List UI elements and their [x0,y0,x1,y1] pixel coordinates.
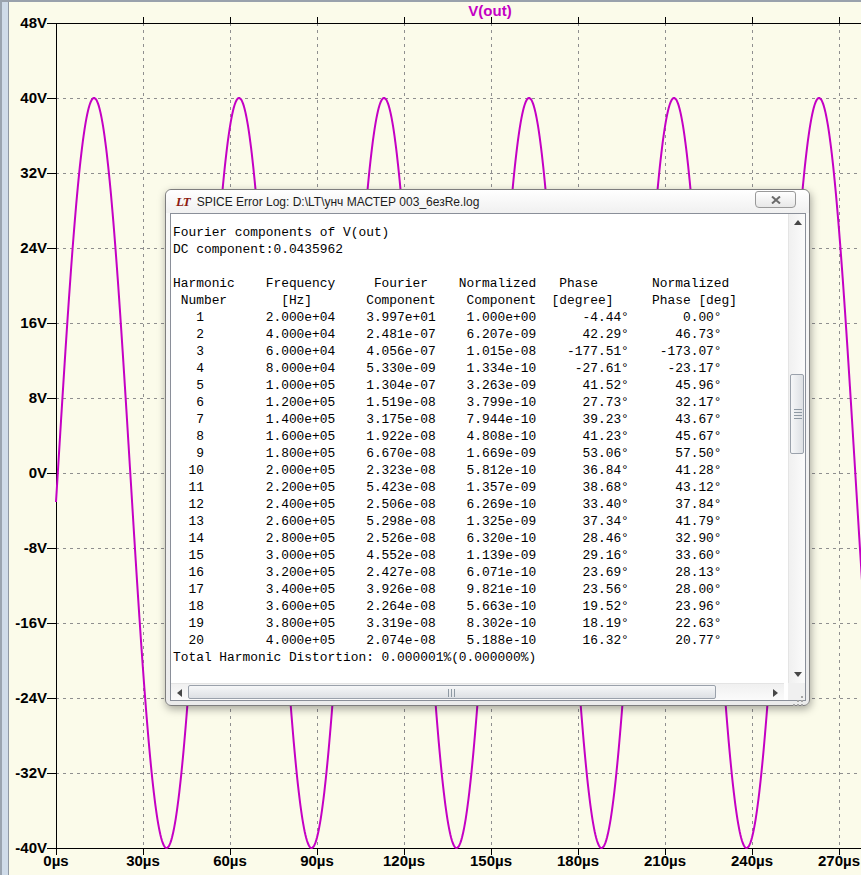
y-axis-label: -24V [3,690,47,706]
x-axis-label: 0µs [25,852,87,870]
y-axis-label: 48V [3,15,47,31]
vertical-scrollbar-thumb[interactable] [790,374,804,454]
up-arrow-icon [794,220,802,225]
x-axis-label: 150µs [460,852,522,870]
y-axis-label: 40V [3,90,47,106]
y-axis-label: 32V [3,165,47,181]
ltspice-waveform-window: { "chart_data": { "type": "line", "title… [0,0,861,875]
log-content-area: Fourier components of V(out) DC componen… [170,213,806,701]
x-axis-label: 240µs [721,852,783,870]
ltspice-logo-icon: LT [176,194,190,210]
dialog-titlebar[interactable]: LT SPICE Error Log: D:\LT\унч МАСТЕР 003… [166,190,809,213]
y-axis-label: -8V [3,540,47,556]
y-axis-label: 0V [3,465,47,481]
down-arrow-icon [794,672,802,677]
thumb-grip [794,409,802,419]
dialog-title: SPICE Error Log: D:\LT\унч МАСТЕР 003_6е… [197,195,480,209]
scrollbar-corner [788,683,805,700]
scroll-up-button[interactable] [789,214,806,231]
x-axis-label: 270µs [808,852,861,870]
y-axis-label: -16V [3,615,47,631]
horizontal-scrollbar-thumb[interactable] [188,685,716,699]
vertical-scrollbar[interactable] [788,214,805,683]
x-axis-label: 30µs [112,852,174,870]
close-icon [771,196,781,204]
scroll-right-button[interactable] [767,684,784,701]
scroll-down-button[interactable] [789,666,806,683]
right-arrow-icon [773,689,778,697]
y-axis-label: 24V [3,240,47,256]
left-arrow-icon [177,689,182,697]
scroll-left-button[interactable] [171,684,188,701]
x-axis-label: 210µs [634,852,696,870]
trace-title: V(out) [400,2,580,19]
log-text: Fourier components of V(out) DC componen… [173,224,737,666]
spice-error-log-window: LT SPICE Error Log: D:\LT\унч МАСТЕР 003… [165,189,810,706]
horizontal-scrollbar[interactable] [171,683,784,700]
x-axis-label: 90µs [286,852,348,870]
y-axis-label: 8V [3,390,47,406]
x-axis-label: 180µs [547,852,609,870]
x-axis-label: 60µs [199,852,261,870]
thumb-grip [448,689,456,697]
y-axis-label: -32V [3,765,47,781]
y-axis-label: 16V [3,315,47,331]
close-button[interactable] [755,191,796,208]
resize-grip-icon[interactable] [801,696,803,698]
x-axis-label: 120µs [373,852,435,870]
